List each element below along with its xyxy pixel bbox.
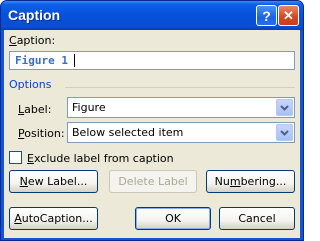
title-bar[interactable]: Caption ? ✕ [1,1,303,30]
dialog-title: Caption [8,7,61,23]
numbering-button[interactable]: Numbering... [206,170,295,193]
ok-button-label: OK [165,212,181,225]
cancel-button-label: Cancel [238,212,276,225]
exclude-label-checkbox[interactable] [9,151,22,164]
position-select[interactable]: Below selected item [67,122,295,143]
label-select[interactable]: Figure [67,97,295,118]
close-icon: ✕ [283,7,294,23]
label-select-dropdown-button[interactable] [276,99,293,116]
delete-label-button-label: Delete Label [118,175,188,188]
help-icon: ? [262,7,271,24]
help-button[interactable]: ? [256,5,277,26]
autocaption-button-label: AutoCaption... [14,212,93,225]
text-cursor [74,54,75,67]
close-button[interactable]: ✕ [278,5,299,26]
chevron-down-icon [280,129,289,136]
caption-input[interactable]: Figure 1 [9,51,295,70]
new-label-button-label: New Label... [19,175,88,188]
chevron-down-icon [280,104,289,111]
caption-label: Caption: [9,34,56,47]
label-field-label: Label: [18,103,52,116]
cancel-button[interactable]: Cancel [219,207,295,230]
new-label-button[interactable]: New Label... [9,170,98,193]
exclude-label-text: Exclude label from caption [27,152,174,165]
position-select-dropdown-button[interactable] [276,124,293,141]
position-select-value: Below selected item [72,126,184,139]
options-divider [65,87,295,88]
caption-input-value: Figure 1 [13,54,70,67]
options-heading: Options [9,78,52,91]
numbering-button-label: Numbering... [214,175,287,188]
ok-button[interactable]: OK [135,207,211,230]
delete-label-button[interactable]: Delete Label [109,170,197,193]
label-select-value: Figure [72,101,106,114]
position-field-label: Position: [18,127,65,140]
autocaption-button[interactable]: AutoCaption... [9,207,98,230]
dialog-body: Caption: Figure 1 Options Label: Figure … [4,30,300,238]
caption-dialog: Caption ? ✕ Caption: Figure 1 Options La… [0,0,304,241]
